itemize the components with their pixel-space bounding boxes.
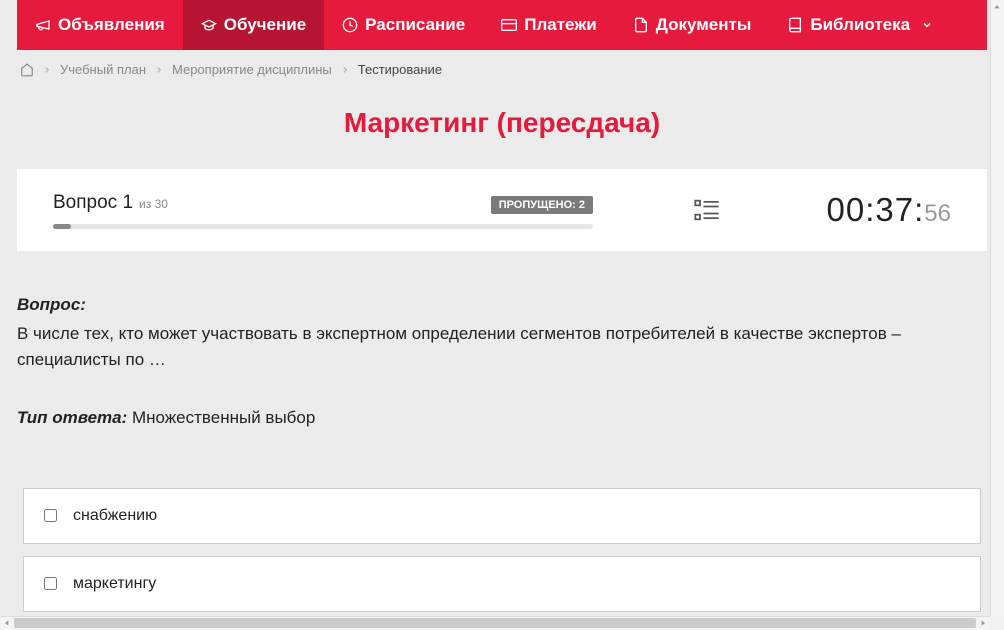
breadcrumb: Учебный план Мероприятие дисциплины Тест… [17, 50, 987, 77]
breadcrumb-link[interactable]: Учебный план [60, 62, 146, 77]
answer-type: Тип ответа: Множественный выбор [17, 408, 987, 428]
chevron-down-icon [921, 19, 933, 31]
nav-label: Платежи [524, 15, 597, 35]
question-heading: Вопрос: [17, 295, 987, 315]
scroll-corner [990, 616, 1004, 630]
question-number: Вопрос 1 [53, 192, 133, 214]
timer-minutes: 00:37: [827, 191, 925, 229]
nav-label: Расписание [365, 15, 465, 35]
chevron-right-icon [42, 65, 52, 75]
progress-bar [53, 224, 593, 229]
nav-library[interactable]: Библиотека [769, 0, 951, 50]
megaphone-icon [35, 17, 51, 33]
answer-options: снабжению маркетингу [17, 458, 987, 630]
scrollbar-thumb[interactable] [14, 618, 976, 628]
page-title: Маркетинг (пересдача) [17, 107, 987, 139]
book-icon [787, 17, 803, 33]
nav-label: Объявления [58, 15, 165, 35]
scroll-up-icon[interactable] [990, 0, 1004, 14]
home-icon[interactable] [20, 63, 34, 77]
chevron-right-icon [154, 65, 164, 75]
answer-option[interactable]: снабжению [23, 488, 981, 544]
horizontal-scrollbar[interactable] [0, 616, 1004, 630]
clock-icon [342, 17, 358, 33]
nav-label: Документы [656, 15, 752, 35]
chevron-right-icon [340, 65, 350, 75]
nav-label: Обучение [224, 15, 306, 35]
nav-announcements[interactable]: Объявления [17, 0, 183, 50]
breadcrumb-link[interactable]: Мероприятие дисциплины [172, 62, 332, 77]
vertical-scrollbar[interactable] [990, 0, 1004, 616]
option-label: снабжению [73, 507, 157, 525]
graduation-cap-icon [201, 17, 217, 33]
file-icon [633, 17, 649, 33]
option-checkbox[interactable] [44, 509, 57, 522]
navbar: Объявления Обучение Расписание Платежи Д… [17, 0, 987, 50]
option-label: маркетингу [73, 575, 156, 593]
question-body: Вопрос: В числе тех, кто может участвова… [17, 251, 987, 630]
answer-option[interactable]: маркетингу [23, 556, 981, 612]
option-checkbox[interactable] [44, 577, 57, 590]
question-text: В числе тех, кто может участвовать в экс… [17, 321, 987, 374]
nav-learning[interactable]: Обучение [183, 0, 324, 50]
scroll-left-icon[interactable] [0, 616, 14, 630]
nav-label: Библиотека [810, 15, 910, 35]
nav-documents[interactable]: Документы [615, 0, 770, 50]
breadcrumb-current: Тестирование [358, 62, 442, 77]
status-bar: Вопрос 1 из 30 ПРОПУЩЕНО: 2 00:37:56 [17, 169, 987, 251]
question-list-icon[interactable] [693, 196, 721, 224]
scroll-right-icon[interactable] [976, 616, 990, 630]
nav-payments[interactable]: Платежи [483, 0, 615, 50]
timer-seconds: 56 [924, 200, 951, 228]
skipped-badge: ПРОПУЩЕНО: 2 [491, 196, 593, 214]
credit-card-icon [501, 17, 517, 33]
question-total: из 30 [139, 197, 168, 211]
nav-schedule[interactable]: Расписание [324, 0, 483, 50]
